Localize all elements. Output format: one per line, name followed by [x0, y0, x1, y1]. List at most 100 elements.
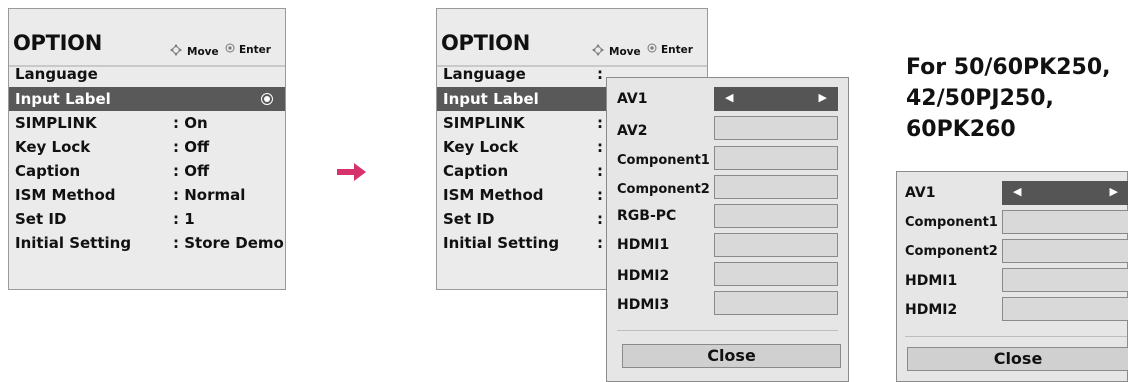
- menu-item-input-label[interactable]: Input Label: [9, 87, 285, 111]
- input-name: HDMI1: [905, 273, 958, 289]
- menu-item-key-lock[interactable]: Key Lock : Off: [9, 135, 285, 159]
- input-row-component1[interactable]: Component1: [607, 146, 848, 172]
- menu-item-colon: :: [597, 186, 603, 204]
- enter-hint-label: Enter: [239, 43, 271, 56]
- input-name: HDMI2: [617, 268, 670, 284]
- menu-item-colon: :: [597, 162, 603, 180]
- menu-title: OPTION: [441, 31, 531, 55]
- input-row-av1[interactable]: AV1 ◀ ▶: [607, 87, 848, 113]
- input-name: Component1: [617, 153, 710, 168]
- input-row-hdmi2[interactable]: HDMI2: [897, 297, 1128, 323]
- input-row-hdmi1[interactable]: HDMI1: [897, 268, 1128, 294]
- move-hint-label: Move: [609, 45, 641, 58]
- input-row-hdmi2[interactable]: HDMI2: [607, 262, 848, 288]
- four-way-arrow-icon: [591, 43, 605, 60]
- menu-item-label: SIMPLINK: [15, 114, 97, 132]
- menu-item-colon: :: [597, 234, 603, 252]
- input-row-component2[interactable]: Component2: [897, 239, 1128, 265]
- input-label-popup: AV1 ◀ ▶ AV2 Component1 Component2 RGB-PC…: [606, 77, 849, 382]
- model-note: For 50/60PK250, 42/50PJ250, 60PK260: [906, 52, 1110, 145]
- menu-header: OPTION Move Enter: [9, 9, 285, 61]
- input-label-selector[interactable]: ◀ ▶: [1002, 181, 1128, 205]
- menu-item-value: : Normal: [173, 186, 246, 204]
- input-label-field[interactable]: [714, 204, 838, 228]
- menu-item-colon: :: [597, 65, 603, 83]
- menu-item-label: Language: [15, 65, 98, 83]
- menu-item-value: : On: [173, 114, 208, 132]
- enter-circle-icon: [225, 43, 235, 56]
- left-arrow-icon[interactable]: ◀: [725, 91, 733, 104]
- left-arrow-icon[interactable]: ◀: [1013, 185, 1021, 198]
- input-row-component1[interactable]: Component1: [897, 210, 1128, 236]
- input-name: HDMI1: [617, 237, 670, 253]
- menu-item-set-id[interactable]: Set ID : 1: [9, 207, 285, 231]
- menu-item-colon: :: [597, 210, 603, 228]
- menu-item-label: SIMPLINK: [443, 114, 525, 132]
- input-label-field[interactable]: [714, 291, 838, 315]
- input-row-component2[interactable]: Component2: [607, 175, 848, 201]
- menu-header: OPTION Move Enter: [437, 9, 707, 61]
- input-label-selector[interactable]: ◀ ▶: [714, 87, 838, 111]
- menu-item-label: Set ID: [443, 210, 495, 228]
- radio-selected-icon: [261, 93, 273, 105]
- input-row-av2[interactable]: AV2: [607, 116, 848, 142]
- input-name: HDMI2: [905, 302, 958, 318]
- input-label-field[interactable]: [1002, 297, 1128, 321]
- menu-item-value: : Off: [173, 138, 210, 156]
- close-button[interactable]: Close: [907, 347, 1128, 371]
- menu-item-value: : 1: [173, 210, 195, 228]
- input-label-field[interactable]: [714, 116, 838, 140]
- input-row-rgb-pc[interactable]: RGB-PC: [607, 204, 848, 230]
- menu-item-simplink[interactable]: SIMPLINK : On: [9, 111, 285, 135]
- model-note-line: For 50/60PK250,: [906, 55, 1111, 80]
- menu-item-label: Caption: [443, 162, 509, 180]
- enter-hint: Enter: [647, 43, 693, 56]
- right-arrow-icon[interactable]: ▶: [1110, 185, 1118, 198]
- input-name: AV1: [617, 91, 648, 107]
- input-name: HDMI3: [617, 297, 670, 313]
- close-button[interactable]: Close: [622, 344, 841, 368]
- menu-item-caption[interactable]: Caption : Off: [9, 159, 285, 183]
- menu-item-label: Key Lock: [15, 138, 91, 156]
- input-name: AV1: [905, 185, 936, 201]
- input-name: Component1: [905, 215, 998, 230]
- input-name: AV2: [617, 123, 648, 139]
- input-label-field[interactable]: [714, 233, 838, 257]
- input-label-field[interactable]: [714, 262, 838, 286]
- menu-item-initial-setting[interactable]: Initial Setting : Store Demo: [9, 231, 285, 255]
- input-name: RGB-PC: [617, 208, 677, 224]
- input-label-field[interactable]: [1002, 239, 1128, 263]
- menu-item-label: Input Label: [443, 90, 539, 108]
- menu-item-label: ISM Method: [15, 186, 116, 204]
- right-arrow-icon[interactable]: ▶: [819, 91, 827, 104]
- input-row-av1[interactable]: AV1 ◀ ▶: [897, 181, 1128, 207]
- menu-item-label: Language: [443, 65, 526, 83]
- menu-item-label: Key Lock: [443, 138, 519, 156]
- four-way-arrow-icon: [169, 43, 183, 60]
- popup-divider: [905, 336, 1127, 337]
- move-hint: Move: [591, 43, 641, 60]
- input-label-field[interactable]: [1002, 268, 1128, 292]
- menu-item-label: Input Label: [15, 90, 111, 108]
- input-label-field[interactable]: [1002, 210, 1128, 234]
- enter-hint: Enter: [225, 43, 271, 56]
- enter-hint-label: Enter: [661, 43, 693, 56]
- input-label-popup-small: AV1 ◀ ▶ Component1 Component2 HDMI1 HDMI…: [896, 171, 1128, 382]
- option-menu-left: OPTION Move Enter Language Input Label S…: [8, 8, 286, 290]
- input-label-field[interactable]: [714, 175, 838, 199]
- input-row-hdmi1[interactable]: HDMI1: [607, 233, 848, 259]
- menu-title: OPTION: [13, 31, 103, 55]
- input-row-hdmi3[interactable]: HDMI3: [607, 291, 848, 317]
- input-name: Component2: [905, 244, 998, 259]
- popup-divider: [617, 330, 838, 331]
- menu-item-value: : Off: [173, 162, 210, 180]
- menu-item-language[interactable]: Language: [9, 62, 285, 86]
- model-note-line: 60PK260: [906, 117, 1016, 142]
- menu-item-ism-method[interactable]: ISM Method : Normal: [9, 183, 285, 207]
- menu-item-label: Initial Setting: [15, 234, 132, 252]
- menu-item-label: ISM Method: [443, 186, 544, 204]
- input-name: Component2: [617, 182, 710, 197]
- menu-item-label: Caption: [15, 162, 81, 180]
- input-label-field[interactable]: [714, 146, 838, 170]
- menu-item-label: Set ID: [15, 210, 67, 228]
